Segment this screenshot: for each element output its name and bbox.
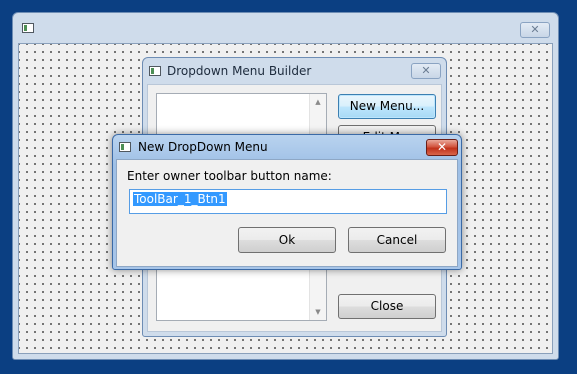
app-icon (119, 142, 131, 152)
toolbar-button-name-input[interactable]: ToolBar_1_Btn1 (129, 189, 447, 214)
new-dropdown-menu-dialog: New DropDown Menu ✕ Enter owner toolbar … (112, 134, 462, 270)
main-window-close-button[interactable]: ✕ (520, 22, 550, 38)
scroll-up-icon[interactable]: ▲ (310, 94, 326, 110)
input-value: ToolBar_1_Btn1 (133, 192, 227, 206)
builder-dialog-title: Dropdown Menu Builder (167, 64, 312, 78)
app-icon (149, 66, 161, 76)
new-menu-dialog-title: New DropDown Menu (138, 140, 268, 154)
close-button[interactable]: Close (338, 294, 436, 319)
app-icon (22, 23, 34, 33)
builder-dialog-close-button[interactable]: ✕ (411, 63, 441, 79)
prompt-label: Enter owner toolbar button name: (127, 169, 332, 183)
new-menu-button[interactable]: New Menu... (338, 94, 436, 119)
scroll-down-icon[interactable]: ▼ (310, 304, 326, 320)
cancel-button[interactable]: Cancel (348, 227, 446, 253)
close-icon: ✕ (530, 23, 540, 36)
new-menu-dialog-close-button[interactable]: ✕ (426, 139, 458, 156)
close-icon: ✕ (436, 140, 448, 154)
new-menu-dialog-body: Enter owner toolbar button name: ToolBar… (116, 159, 458, 267)
close-icon: ✕ (421, 64, 431, 77)
ok-button[interactable]: Ok (238, 227, 336, 253)
